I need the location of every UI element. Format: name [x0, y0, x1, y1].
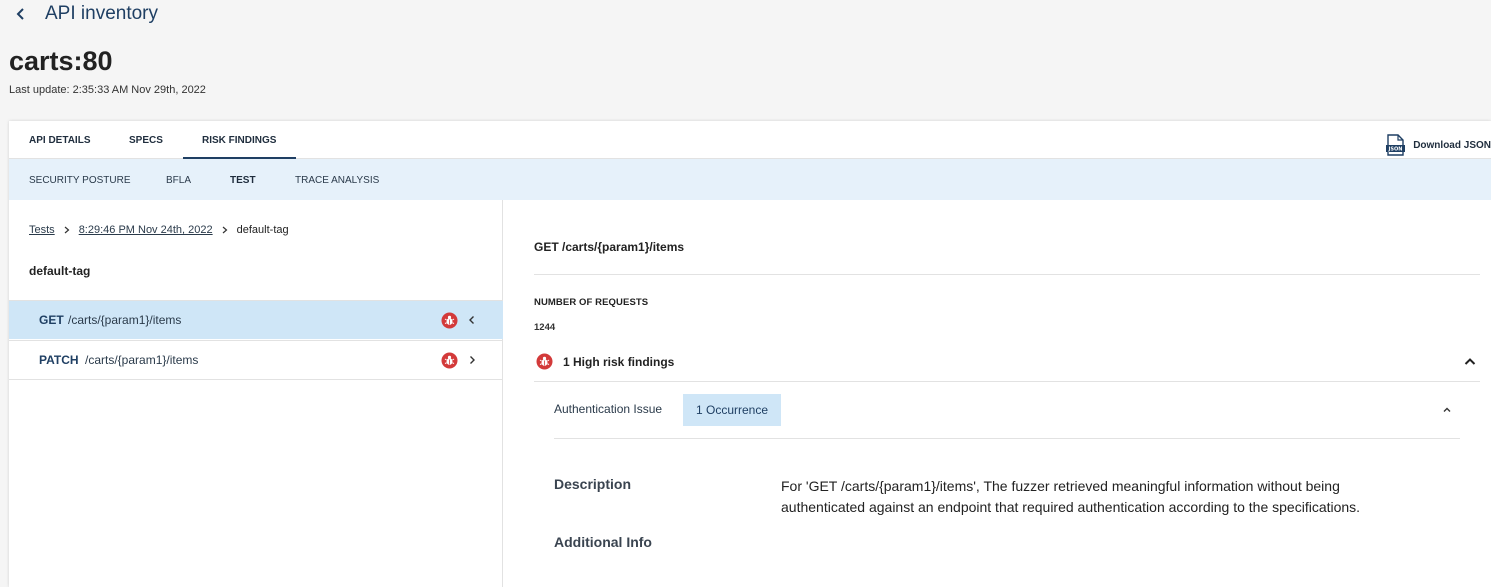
chevron-right-icon	[222, 226, 228, 234]
description-label: Description	[554, 476, 632, 492]
endpoint-detail-pane: GET /carts/{param1}/items NUMBER OF REQU…	[534, 200, 1480, 587]
findings-label: 1 High risk findings	[563, 354, 675, 369]
breadcrumb-current: default-tag	[236, 224, 289, 236]
chevron-right-icon	[64, 226, 70, 234]
endpoint-method: GET	[39, 313, 64, 327]
bug-icon	[441, 312, 458, 328]
subtab-test[interactable]: TEST	[230, 159, 256, 202]
breadcrumb-date-link[interactable]: 8:29:46 PM Nov 24th, 2022	[79, 224, 213, 236]
main-panel: API DETAILS SPECS RISK FINDINGS JSON Dow…	[9, 121, 1491, 587]
breadcrumb-tests-link[interactable]: Tests	[29, 224, 55, 236]
subtab-bar: SECURITY POSTURE BFLA TEST TRACE ANALYSI…	[9, 159, 1491, 200]
json-file-icon: JSON	[1386, 134, 1406, 156]
tag-title: default-tag	[29, 264, 91, 278]
last-update-text: Last update: 2:35:33 AM Nov 29th, 2022	[9, 84, 206, 96]
chevron-up-icon[interactable]	[1464, 356, 1476, 368]
chevron-right-icon[interactable]	[467, 355, 477, 365]
endpoint-method: PATCH	[39, 353, 79, 367]
additional-info-label: Additional Info	[554, 534, 652, 550]
page-title: carts:80	[9, 46, 113, 76]
tab-api-details[interactable]: API DETAILS	[29, 121, 90, 159]
requests-value: 1244	[534, 322, 556, 333]
endpoint-path: /carts/{param1}/items	[68, 313, 182, 327]
bug-icon	[441, 352, 458, 368]
endpoint-list-pane: Tests 8:29:46 PM Nov 24th, 2022 default-…	[9, 200, 503, 587]
high-risk-findings-toggle[interactable]: 1 High risk findings	[534, 342, 1480, 382]
issue-name: Authentication Issue	[554, 402, 663, 416]
breadcrumb: Tests 8:29:46 PM Nov 24th, 2022 default-…	[29, 224, 289, 236]
subtab-security-posture[interactable]: SECURITY POSTURE	[29, 159, 131, 202]
tab-bar: API DETAILS SPECS RISK FINDINGS JSON Dow…	[9, 121, 1491, 159]
endpoint-row-get[interactable]: GET /carts/{param1}/items	[9, 300, 503, 339]
endpoint-row-patch[interactable]: PATCH /carts/{param1}/items	[9, 340, 503, 380]
detail-title: GET /carts/{param1}/items	[534, 240, 685, 254]
issue-row[interactable]: Authentication Issue 1 Occurrence	[554, 382, 1460, 439]
subtab-bfla[interactable]: BFLA	[166, 159, 191, 202]
bug-icon	[536, 353, 553, 370]
tab-specs[interactable]: SPECS	[129, 121, 163, 159]
chevron-left-icon[interactable]	[467, 315, 477, 325]
svg-text:JSON: JSON	[1388, 147, 1403, 153]
download-json-label: Download JSON	[1413, 139, 1491, 151]
tab-risk-findings[interactable]: RISK FINDINGS	[183, 121, 296, 159]
divider	[534, 274, 1480, 275]
subtab-trace-analysis[interactable]: TRACE ANALYSIS	[295, 159, 379, 202]
description-text: For 'GET /carts/{param1}/items', The fuz…	[781, 478, 1361, 515]
endpoint-path: /carts/{param1}/items	[85, 353, 199, 367]
occurrence-badge[interactable]: 1 Occurrence	[683, 394, 782, 426]
requests-label: NUMBER OF REQUESTS	[534, 297, 649, 308]
chevron-left-icon[interactable]	[12, 5, 30, 23]
chevron-up-icon[interactable]	[1442, 405, 1452, 415]
download-json-button[interactable]: JSON Download JSON	[1386, 134, 1491, 156]
nav-title[interactable]: API inventory	[45, 3, 158, 25]
